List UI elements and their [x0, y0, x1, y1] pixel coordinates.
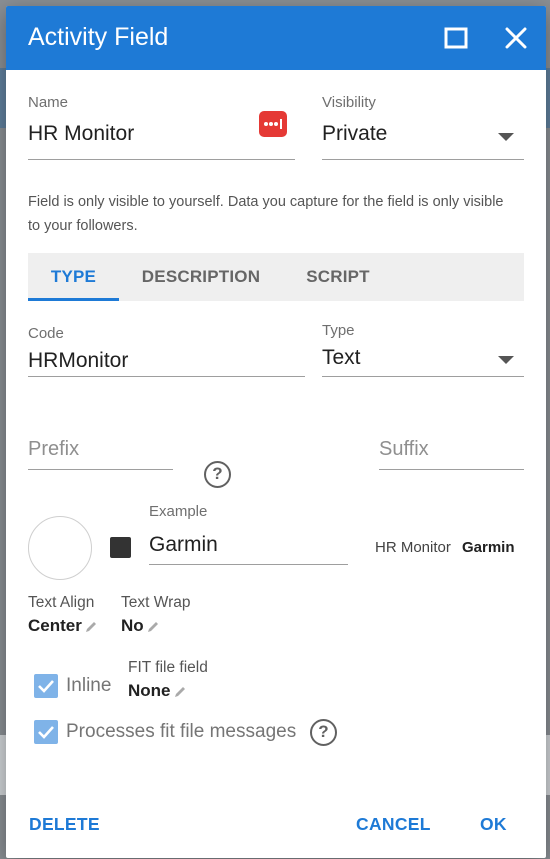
processes-fit-label: Processes fit file messages — [66, 721, 297, 742]
background-color-circle[interactable] — [28, 516, 92, 580]
name-input[interactable]: HR Monitor — [28, 122, 134, 146]
text-align-value-text: Center — [28, 616, 82, 635]
text-wrap-label: Text Wrap — [121, 594, 191, 611]
processes-fit-checkbox[interactable] — [34, 720, 58, 744]
chevron-down-icon[interactable] — [498, 356, 514, 364]
visibility-select[interactable]: Private — [322, 122, 387, 146]
field-tabs: TYPE DESCRIPTION SCRIPT — [28, 253, 524, 301]
tab-description[interactable]: DESCRIPTION — [134, 253, 268, 301]
preview-label: HR Monitor — [375, 539, 451, 556]
help-icon[interactable]: ? — [310, 719, 337, 746]
text-wrap-value-text: No — [121, 616, 144, 635]
suffix-underline — [379, 469, 524, 470]
suffix-input[interactable]: Suffix — [379, 438, 429, 461]
name-label: Name — [28, 94, 69, 111]
pencil-icon — [174, 686, 185, 697]
type-underline — [322, 376, 524, 377]
delete-button[interactable]: DELETE — [29, 814, 100, 835]
text-color-swatch[interactable] — [110, 537, 131, 558]
prefix-input[interactable]: Prefix — [28, 438, 79, 461]
fit-file-field-label: FIT file field — [128, 659, 208, 676]
example-input[interactable]: Garmin — [149, 533, 218, 557]
code-input[interactable]: HRMonitor — [28, 349, 128, 373]
dialog-title: Activity Field — [28, 23, 169, 51]
password-dots-icon[interactable] — [258, 110, 288, 138]
text-wrap-value[interactable]: No — [121, 616, 160, 636]
inline-checkbox[interactable] — [34, 674, 58, 698]
maximize-icon[interactable] — [440, 22, 472, 54]
name-underline — [28, 159, 295, 160]
example-label: Example — [149, 503, 208, 520]
ok-button[interactable]: OK — [480, 814, 507, 835]
text-align-value[interactable]: Center — [28, 616, 98, 636]
code-label: Code — [28, 325, 64, 342]
inline-label: Inline — [66, 675, 112, 696]
visibility-label: Visibility — [322, 94, 376, 111]
visibility-info-text: Field is only visible to yourself. Data … — [28, 194, 504, 234]
type-select[interactable]: Text — [322, 346, 361, 370]
chevron-down-icon[interactable] — [498, 133, 514, 141]
code-underline — [28, 376, 305, 377]
activity-field-dialog: Activity Field Name HR Monitor Visibilit… — [6, 6, 546, 858]
type-label: Type — [322, 322, 355, 339]
dialog-titlebar: Activity Field — [6, 6, 546, 70]
tab-script[interactable]: SCRIPT — [290, 253, 386, 301]
pencil-icon — [147, 621, 158, 632]
prefix-underline — [28, 469, 173, 470]
preview-value: Garmin — [462, 539, 515, 556]
help-icon[interactable]: ? — [204, 461, 231, 488]
fit-file-field-value-text: None — [128, 681, 171, 700]
close-icon[interactable] — [500, 22, 532, 54]
fit-file-field-value[interactable]: None — [128, 681, 187, 701]
text-align-label: Text Align — [28, 594, 95, 611]
active-tab-indicator — [28, 298, 119, 301]
cancel-button[interactable]: CANCEL — [356, 814, 431, 835]
pencil-icon — [85, 621, 96, 632]
visibility-underline — [322, 159, 524, 160]
tab-type[interactable]: TYPE — [28, 253, 119, 301]
example-underline — [149, 564, 348, 565]
